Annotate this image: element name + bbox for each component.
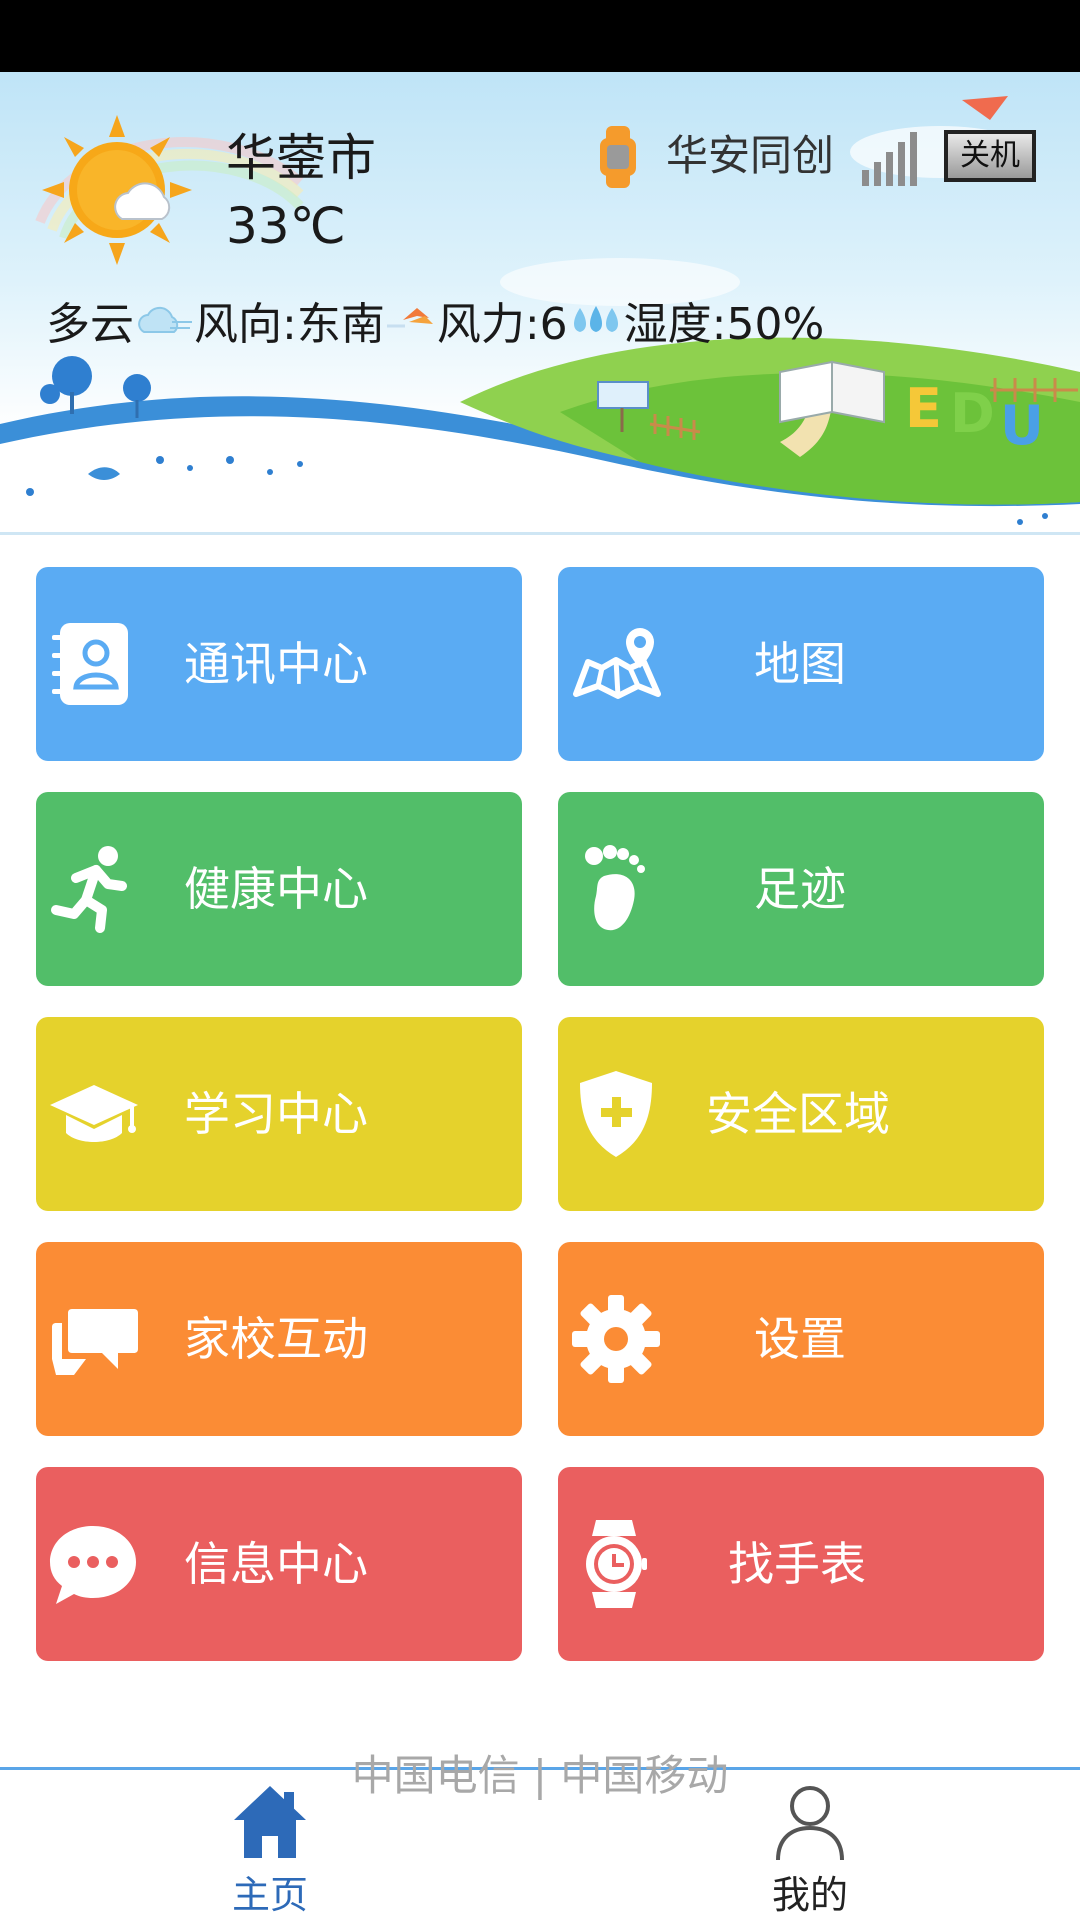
- temperature: 33℃: [226, 197, 346, 255]
- tile-find-watch[interactable]: 找手表: [558, 1467, 1044, 1661]
- weather-condition: 多云: [46, 299, 134, 350]
- tile-study-center[interactable]: 学习中心: [36, 1017, 522, 1211]
- weather-details: 多云 风向:东南 风力:6 湿度:50%: [46, 290, 824, 350]
- tile-home-school[interactable]: 家校互动: [36, 1242, 522, 1436]
- svg-text:D: D: [950, 382, 995, 445]
- svg-text:U: U: [1000, 394, 1044, 457]
- tile-label: 找手表: [728, 1537, 866, 1591]
- tile-label: 设置: [754, 1312, 846, 1366]
- tile-footprint[interactable]: 足迹: [558, 792, 1044, 986]
- chat-bubbles-icon: [52, 1309, 138, 1375]
- tile-map[interactable]: 地图: [558, 567, 1044, 761]
- tab-home-label: 主页: [231, 1873, 308, 1917]
- watch-clock-icon: [586, 1520, 647, 1608]
- map-icon: [573, 628, 661, 699]
- city-name: 华蓥市: [226, 129, 376, 187]
- wind-force: 风力:6: [436, 299, 568, 350]
- tile-label: 通讯中心: [184, 637, 368, 691]
- signal-strength-icon: [862, 132, 917, 186]
- wind-direction: 风向:东南: [194, 299, 385, 350]
- tile-label: 家校互动: [184, 1312, 368, 1366]
- user-icon: [776, 1786, 844, 1861]
- message-icon: [50, 1526, 136, 1604]
- home-icon: [234, 1786, 306, 1858]
- tile-label: 安全区域: [706, 1087, 890, 1141]
- tile-safe-zone[interactable]: 安全区域: [558, 1017, 1044, 1211]
- humidity-icon: [573, 306, 618, 332]
- graduation-cap-icon: [50, 1085, 138, 1142]
- tile-health-center[interactable]: 健康中心: [36, 792, 522, 986]
- humidity: 湿度:50%: [623, 299, 825, 350]
- tile-label: 学习中心: [184, 1087, 368, 1141]
- status-bar: [0, 0, 1080, 72]
- header-divider: [0, 532, 1080, 535]
- contacts-icon: [52, 623, 128, 705]
- tile-contacts-center[interactable]: 通讯中心: [36, 567, 522, 761]
- gear-icon: [572, 1295, 660, 1383]
- tab-mine-label: 我的: [771, 1873, 848, 1917]
- tab-home[interactable]: 主页: [0, 1772, 540, 1920]
- wind-icon: [386, 308, 433, 328]
- tile-message-center[interactable]: 信息中心: [36, 1467, 522, 1661]
- footprint-icon: [585, 845, 645, 931]
- tile-label: 地图: [754, 637, 846, 691]
- tile-label: 信息中心: [184, 1537, 368, 1591]
- weather-header: E D U 华蓥市 33℃ 华安同创 关机 多云 风向:东南 风力:6 湿度:5…: [0, 72, 1080, 534]
- watch-icon: [600, 126, 636, 188]
- device-name: 华安同创: [666, 131, 835, 180]
- sun-cloud-icon: [42, 115, 192, 265]
- tile-label: 健康中心: [184, 862, 368, 916]
- cloud-icon: [138, 306, 192, 333]
- shutdown-button[interactable]: 关机: [944, 130, 1036, 182]
- tile-settings[interactable]: 设置: [558, 1242, 1044, 1436]
- running-icon: [51, 846, 127, 933]
- svg-text:E: E: [905, 377, 942, 440]
- shield-icon: [580, 1071, 652, 1157]
- tab-mine[interactable]: 我的: [540, 1772, 1080, 1920]
- tile-label: 足迹: [754, 862, 846, 916]
